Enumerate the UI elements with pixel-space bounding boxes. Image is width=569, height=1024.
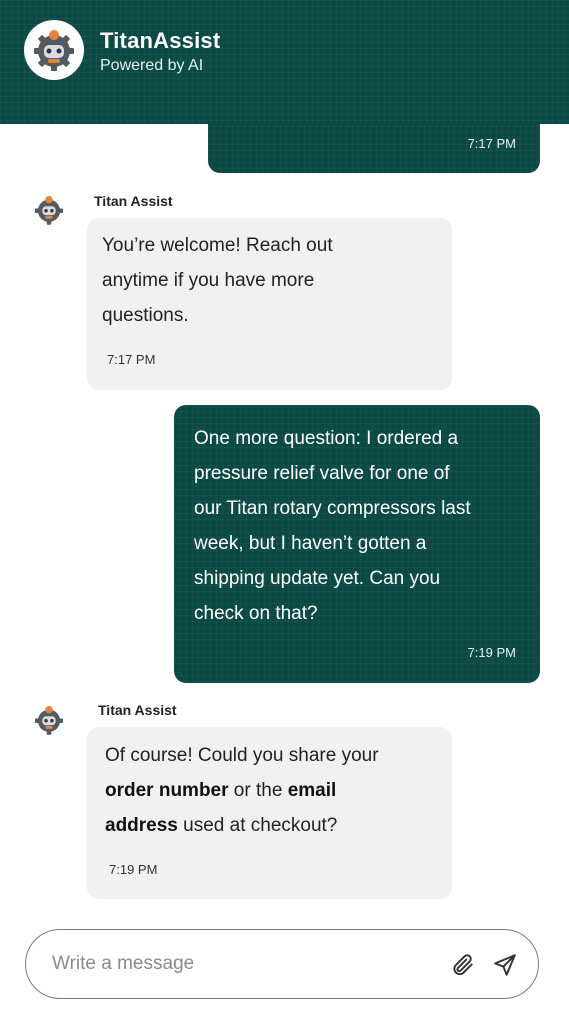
message-line: our Titan rotary compressors last xyxy=(194,498,471,519)
message-text: Of course! Could you share your xyxy=(105,745,379,766)
send-icon[interactable] xyxy=(492,952,518,978)
message-input[interactable] xyxy=(52,951,432,977)
message-line: Of course! Could you share your xyxy=(105,738,379,773)
message-text: used at checkout? xyxy=(177,815,338,836)
user-message-bubble: One more question: I ordered a pressure … xyxy=(174,405,540,683)
message-line: check on that? xyxy=(194,603,318,624)
bold-email: email xyxy=(287,780,337,801)
message-time: 7:19 PM xyxy=(109,862,158,877)
message-line: questions. xyxy=(102,305,189,326)
message-line: shipping update yet. Can you xyxy=(194,568,441,589)
chat-header: TitanAssist Powered by AI xyxy=(0,0,569,124)
message-time: 7:17 PM xyxy=(107,352,156,367)
bot-sender-name: Titan Assist xyxy=(98,702,177,718)
bold-order-number: order number xyxy=(105,780,229,801)
bold-address: address xyxy=(105,815,178,836)
robot-icon xyxy=(34,30,74,71)
bot-message-bubble: Of course! Could you share your order nu… xyxy=(87,727,452,899)
paperclip-icon[interactable] xyxy=(450,952,476,978)
message-line: week, but I haven’t gotten a xyxy=(194,533,427,554)
message-line: order number or the email xyxy=(105,773,379,808)
message-line: anytime if you have more xyxy=(102,270,315,291)
message-time: 7:19 PM xyxy=(467,645,516,660)
message-line: pressure relief valve for one of xyxy=(194,463,450,484)
bot-sender-name: Titan Assist xyxy=(94,193,173,209)
bot-avatar-icon xyxy=(34,705,64,735)
message-line: address used at checkout? xyxy=(105,808,379,843)
bot-avatar-icon xyxy=(34,195,64,225)
header-subtitle: Powered by AI xyxy=(100,57,204,74)
message-composer xyxy=(25,929,539,999)
message-time: 7:17 PM xyxy=(467,136,516,151)
message-line: You’re welcome! Reach out xyxy=(102,235,333,256)
bot-message-bubble: You’re welcome! Reach out anytime if you… xyxy=(87,218,452,390)
message-text: or the xyxy=(228,780,288,801)
header-avatar xyxy=(24,20,84,80)
header-title: TitanAssist xyxy=(100,28,221,53)
message-line: One more question: I ordered a xyxy=(194,428,459,449)
